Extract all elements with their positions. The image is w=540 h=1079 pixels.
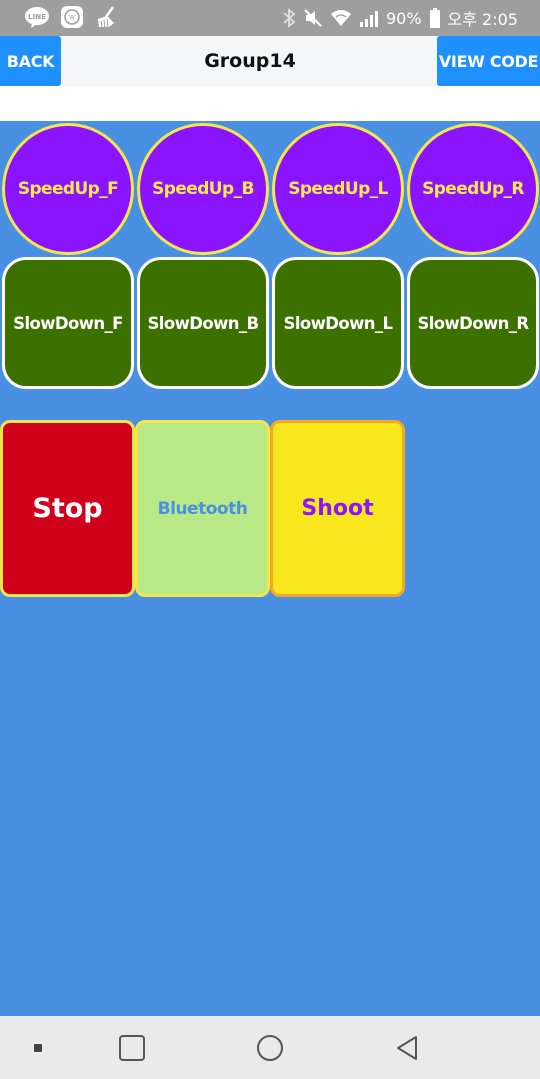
line-app-icon: LINE bbox=[24, 5, 50, 29]
speed-up-backward-button[interactable]: SpeedUp_B bbox=[137, 123, 269, 255]
speed-up-forward-button[interactable]: SpeedUp_F bbox=[2, 123, 134, 255]
mute-icon bbox=[303, 8, 323, 28]
wifi-icon bbox=[330, 9, 352, 27]
overview-square-icon[interactable] bbox=[92, 1016, 172, 1079]
status-bar-left-icons: LINE W bbox=[24, 5, 118, 29]
header-spacer bbox=[0, 86, 540, 121]
control-canvas: SpeedUp_F SpeedUp_B SpeedUp_L SpeedUp_R … bbox=[0, 121, 540, 1016]
signal-icon bbox=[359, 9, 379, 27]
page-title: Group14 bbox=[204, 50, 296, 72]
app-bar: BACK Group14 VIEW CODE bbox=[0, 36, 540, 86]
slow-down-left-button[interactable]: SlowDown_L bbox=[272, 257, 404, 389]
back-button[interactable]: BACK bbox=[0, 36, 61, 86]
view-code-button[interactable]: VIEW CODE bbox=[437, 36, 540, 86]
slow-down-forward-button[interactable]: SlowDown_F bbox=[2, 257, 134, 389]
bluetooth-icon bbox=[282, 8, 296, 28]
cloud-notification-icon: W bbox=[60, 5, 84, 29]
shoot-button[interactable]: Shoot bbox=[270, 420, 405, 597]
broom-cleaner-icon bbox=[94, 5, 118, 29]
slow-down-right-button[interactable]: SlowDown_R bbox=[407, 257, 539, 389]
speed-up-left-button[interactable]: SpeedUp_L bbox=[272, 123, 404, 255]
battery-percent: 90% bbox=[385, 8, 422, 28]
slow-down-backward-button[interactable]: SlowDown_B bbox=[137, 257, 269, 389]
bluetooth-button[interactable]: Bluetooth bbox=[135, 420, 270, 597]
battery-icon bbox=[429, 8, 441, 28]
svg-text:W: W bbox=[69, 15, 75, 22]
back-triangle-icon[interactable] bbox=[368, 1016, 448, 1079]
status-time: 오후 2:05 bbox=[447, 10, 518, 29]
speed-up-right-button[interactable]: SpeedUp_R bbox=[407, 123, 539, 255]
stop-button[interactable]: Stop bbox=[0, 420, 135, 597]
navigation-bar bbox=[0, 1016, 540, 1079]
home-circle-icon[interactable] bbox=[230, 1016, 310, 1079]
status-bar: LINE W 90% 오후 2:05 bbox=[0, 0, 540, 36]
svg-text:LINE: LINE bbox=[28, 13, 46, 21]
recent-apps-dot-icon[interactable] bbox=[0, 1016, 76, 1079]
status-bar-right: 90% 오후 2:05 bbox=[282, 0, 518, 36]
